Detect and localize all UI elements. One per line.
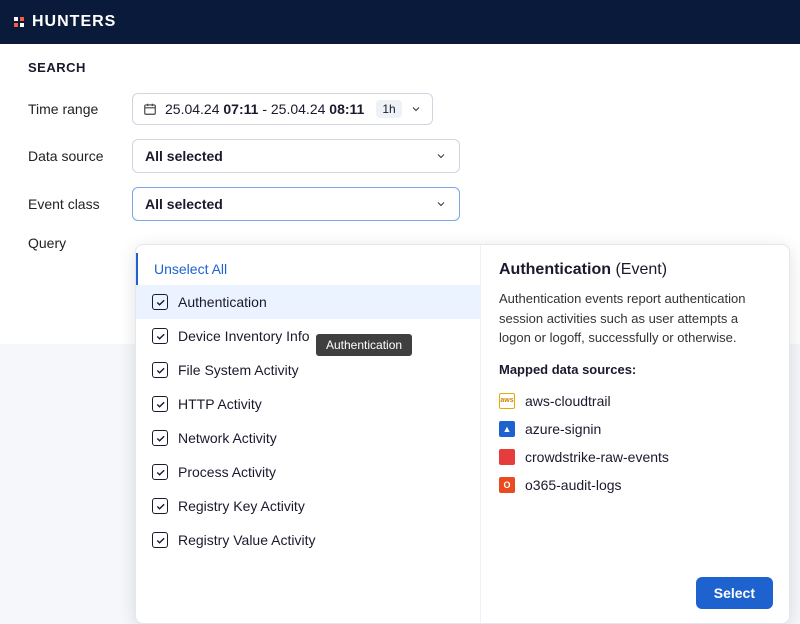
mapped-source-item: aws aws-cloudtrail xyxy=(499,387,771,415)
option-label: Device Inventory Info xyxy=(178,328,310,344)
event-class-option[interactable]: File System Activity xyxy=(136,353,480,387)
mapped-source-item: Oo365-audit-logs xyxy=(499,471,771,499)
calendar-icon xyxy=(143,102,157,116)
source-label: crowdstrike-raw-events xyxy=(525,449,669,465)
option-label: Process Activity xyxy=(178,464,276,480)
label-data-source: Data source xyxy=(28,148,132,164)
brand-logo: HUNTERS xyxy=(14,13,116,31)
option-label: Network Activity xyxy=(178,430,277,446)
tooltip: Authentication xyxy=(316,334,412,356)
mapped-sources-heading: Mapped data sources: xyxy=(499,362,771,377)
top-bar: HUNTERS xyxy=(0,0,800,44)
checkbox-icon xyxy=(152,430,168,446)
event-class-option[interactable]: Registry Key Activity xyxy=(136,489,480,523)
unselect-all-link[interactable]: Unselect All xyxy=(136,253,480,285)
source-azure-icon: ▲ xyxy=(499,421,515,437)
source-label: azure-signin xyxy=(525,421,601,437)
search-panel: SEARCH Time range 25.04.24 07:11 - 25.04… xyxy=(0,44,800,344)
event-class-detail: Authentication (Event) Authentication ev… xyxy=(481,245,789,623)
mapped-source-item: crowdstrike-raw-events xyxy=(499,443,771,471)
detail-description: Authentication events report authenticat… xyxy=(499,289,771,348)
checkbox-icon xyxy=(152,328,168,344)
event-class-options: Unselect All Authentication Device Invent… xyxy=(136,245,481,623)
source-o365-icon: O xyxy=(499,477,515,493)
option-label: Authentication xyxy=(178,294,267,310)
checkbox-icon xyxy=(152,362,168,378)
event-class-option[interactable]: Registry Value Activity xyxy=(136,523,480,557)
time-range-picker[interactable]: 25.04.24 07:11 - 25.04.24 08:11 1h xyxy=(132,93,433,125)
label-time-range: Time range xyxy=(28,101,132,117)
row-time-range: Time range 25.04.24 07:11 - 25.04.24 08:… xyxy=(28,93,772,125)
option-label: Registry Key Activity xyxy=(178,498,305,514)
source-cs-icon xyxy=(499,449,515,465)
option-label: Registry Value Activity xyxy=(178,532,315,548)
brand-name: HUNTERS xyxy=(32,13,116,31)
event-class-option[interactable]: Network Activity xyxy=(136,421,480,455)
checkbox-icon xyxy=(152,498,168,514)
checkbox-icon xyxy=(152,396,168,412)
event-class-option[interactable]: Authentication xyxy=(136,285,480,319)
chevron-down-icon xyxy=(410,103,422,115)
checkbox-icon xyxy=(152,294,168,310)
row-data-source: Data source All selected xyxy=(28,139,772,173)
time-range-text: 25.04.24 07:11 - 25.04.24 08:11 xyxy=(165,101,364,117)
checkbox-icon xyxy=(152,532,168,548)
section-title: SEARCH xyxy=(28,60,772,75)
source-aws-icon: aws xyxy=(499,393,515,409)
option-label: HTTP Activity xyxy=(178,396,262,412)
select-button[interactable]: Select xyxy=(696,577,773,609)
time-preset-pill[interactable]: 1h xyxy=(376,100,401,118)
event-class-value: All selected xyxy=(145,196,223,212)
label-event-class: Event class xyxy=(28,196,132,212)
label-query: Query xyxy=(28,235,132,251)
source-label: aws-cloudtrail xyxy=(525,393,611,409)
option-label: File System Activity xyxy=(178,362,299,378)
chevron-down-icon xyxy=(435,198,447,210)
event-class-option[interactable]: HTTP Activity xyxy=(136,387,480,421)
mapped-sources-list: aws aws-cloudtrail ▲ azure-signin crowdstrik… xyxy=(499,387,771,499)
logo-dots-icon xyxy=(14,17,24,27)
event-class-panel: Unselect All Authentication Device Invent… xyxy=(135,244,790,624)
event-class-option[interactable]: Device Inventory Info xyxy=(136,319,480,353)
data-source-value: All selected xyxy=(145,148,223,164)
source-label: o365-audit-logs xyxy=(525,477,622,493)
event-class-option[interactable]: Process Activity xyxy=(136,455,480,489)
event-class-dropdown[interactable]: All selected xyxy=(132,187,460,221)
chevron-down-icon xyxy=(435,150,447,162)
checkbox-icon xyxy=(152,464,168,480)
mapped-source-item: ▲ azure-signin xyxy=(499,415,771,443)
detail-title: Authentication (Event) xyxy=(499,261,771,279)
data-source-dropdown[interactable]: All selected xyxy=(132,139,460,173)
row-event-class: Event class All selected xyxy=(28,187,772,221)
